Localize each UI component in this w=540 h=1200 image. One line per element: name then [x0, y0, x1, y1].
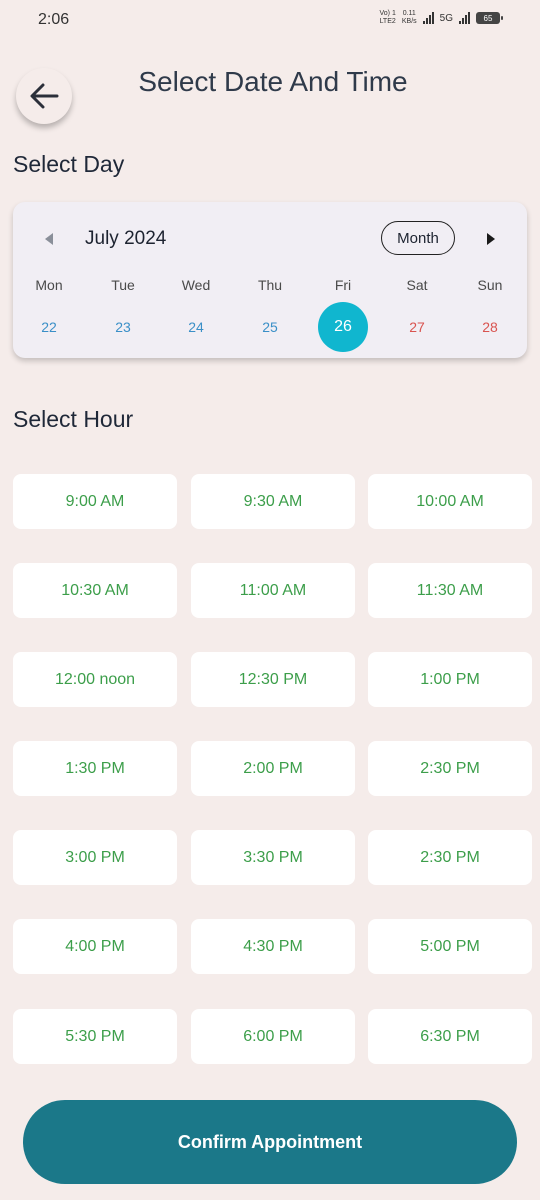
lte-indicator: Vo) 1 LTE2 — [380, 10, 396, 26]
status-icons: Vo) 1 LTE2 0.11 KB/s 5G 65 — [380, 10, 503, 26]
hour-slot[interactable]: 2:30 PM — [368, 830, 532, 885]
day-26-selected[interactable]: 26 — [318, 302, 368, 352]
hour-slot[interactable]: 9:30 AM — [191, 474, 355, 529]
status-time: 2:06 — [38, 11, 70, 28]
hour-slot[interactable]: 2:00 PM — [191, 741, 355, 796]
weekday-wed: Wed — [181, 277, 211, 293]
weekday-thu: Thu — [257, 277, 283, 293]
speed-value: 0.11 — [402, 10, 416, 17]
hour-slot[interactable]: 6:00 PM — [191, 1009, 355, 1064]
hour-slot[interactable]: 9:00 AM — [13, 474, 177, 529]
month-view-button[interactable]: Month — [381, 221, 455, 255]
hour-slot[interactable]: 5:30 PM — [13, 1009, 177, 1064]
speed-indicator: 0.11 KB/s — [402, 10, 417, 26]
hour-slot[interactable]: 4:00 PM — [13, 919, 177, 974]
hour-slot[interactable]: 2:30 PM — [368, 741, 532, 796]
hour-slot[interactable]: 12:30 PM — [191, 652, 355, 707]
hour-slot[interactable]: 10:00 AM — [368, 474, 532, 529]
select-day-title: Select Day — [13, 151, 125, 177]
hour-slot[interactable]: 1:30 PM — [13, 741, 177, 796]
weekday-fri: Fri — [334, 277, 352, 293]
hour-slot[interactable]: 6:30 PM — [368, 1009, 532, 1064]
chevron-left-icon[interactable] — [43, 232, 55, 246]
day-28[interactable]: 28 — [465, 302, 515, 352]
hour-slot[interactable]: 1:00 PM — [368, 652, 532, 707]
day-22[interactable]: 22 — [24, 302, 74, 352]
chevron-right-icon[interactable] — [485, 232, 497, 246]
weekday-mon: Mon — [35, 277, 63, 293]
hour-slot[interactable]: 11:30 AM — [368, 563, 532, 618]
day-24[interactable]: 24 — [171, 302, 221, 352]
hour-slot[interactable]: 3:00 PM — [13, 830, 177, 885]
speed-unit: KB/s — [401, 18, 417, 25]
battery-icon: 65 — [476, 12, 503, 24]
network-type: 5G — [439, 12, 453, 24]
day-27[interactable]: 27 — [392, 302, 442, 352]
signal-icon — [422, 12, 434, 24]
lte-bottom-text: LTE2 — [379, 18, 396, 25]
hour-slot[interactable]: 11:00 AM — [191, 563, 355, 618]
signal-icon-2 — [459, 12, 470, 24]
select-hour-title: Select Hour — [13, 406, 134, 432]
hour-slot[interactable]: 10:30 AM — [13, 563, 177, 618]
weekday-sat: Sat — [406, 277, 428, 293]
status-bar: 2:06 Vo) 1 LTE2 0.11 KB/s 5G 65 — [0, 0, 540, 40]
weekday-sun: Sun — [477, 277, 503, 293]
hour-slot[interactable]: 4:30 PM — [191, 919, 355, 974]
lte-top-text: Vo) 1 — [379, 10, 396, 17]
hour-slot[interactable]: 12:00 noon — [13, 652, 177, 707]
page-title: Select Date And Time — [138, 66, 408, 97]
confirm-appointment-button[interactable]: Confirm Appointment — [23, 1100, 517, 1184]
day-25[interactable]: 25 — [245, 302, 295, 352]
calendar-card: July 2024 Month Mon Tue Wed Thu Fri Sat … — [13, 202, 527, 358]
calendar-month-label: July 2024 — [85, 228, 167, 249]
hour-slot[interactable]: 3:30 PM — [191, 830, 355, 885]
day-23[interactable]: 23 — [98, 302, 148, 352]
weekday-tue: Tue — [111, 277, 135, 293]
hour-slot[interactable]: 5:00 PM — [368, 919, 532, 974]
